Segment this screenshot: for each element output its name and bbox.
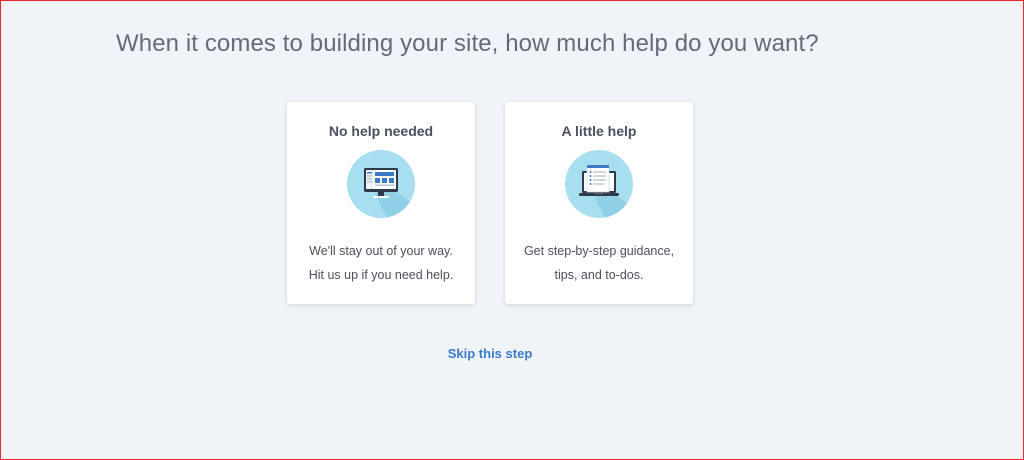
description-line: tips, and to-dos. (554, 268, 644, 282)
description-line: Get step-by-step guidance, (523, 244, 675, 258)
laptop-checklist-icon (565, 150, 633, 218)
page-heading: When it comes to building your site, how… (116, 30, 819, 57)
desktop-monitor-icon (347, 150, 415, 218)
option-card-no-help[interactable]: No help needed We'll stay out of your wa… (287, 102, 475, 304)
skip-step-link[interactable]: Skip this step (440, 346, 540, 361)
option-card-title: No help needed (328, 123, 434, 139)
option-card-little-help[interactable]: A little help Get step-by-step guidance,… (505, 102, 693, 304)
description-line: We'll stay out of your way. (309, 244, 453, 258)
option-card-title: A little help (561, 123, 637, 139)
option-card-description: Get step-by-step guidance, tips, and to-… (505, 239, 693, 287)
option-card-description: We'll stay out of your way. Hit us up if… (287, 239, 475, 287)
description-line: Hit us up if you need help. (308, 268, 454, 282)
